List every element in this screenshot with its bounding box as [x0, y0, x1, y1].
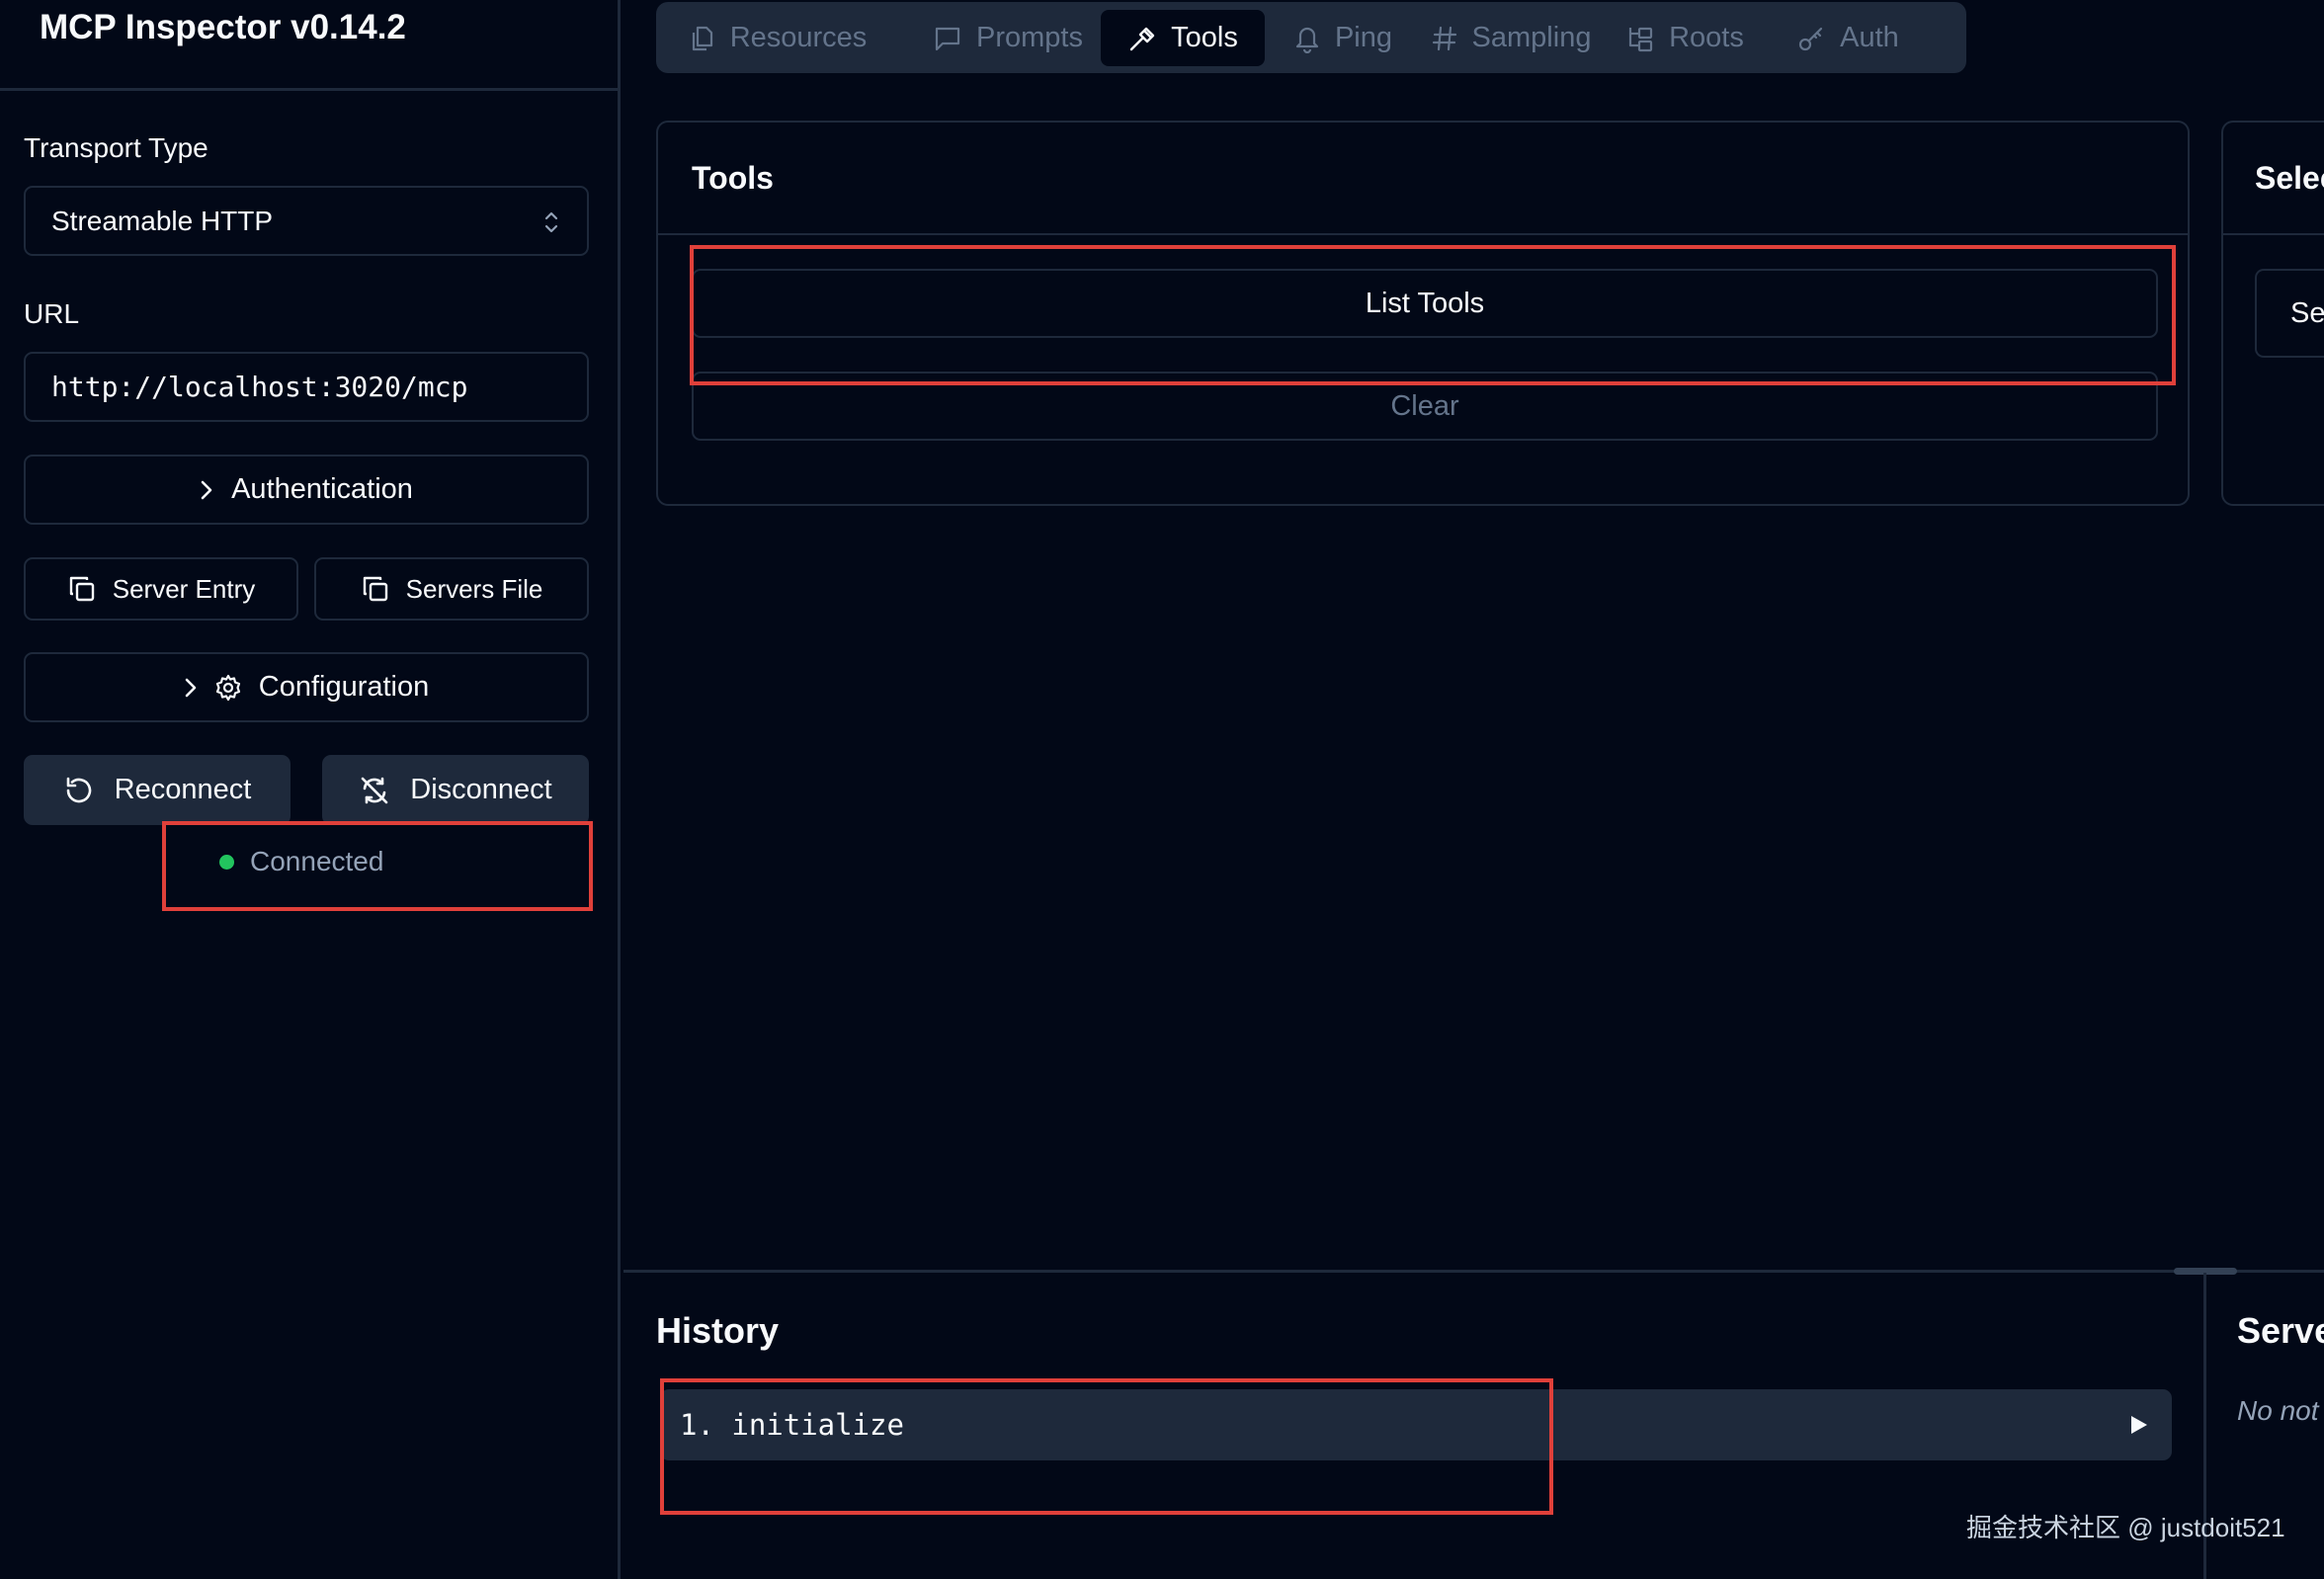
folder-tree-icon	[1625, 24, 1655, 53]
select-tool-panel-title: Selec	[2255, 160, 2324, 196]
select-tool-panel-divider	[2223, 233, 2324, 235]
tab-tools[interactable]: Tools	[1101, 10, 1265, 66]
app-title: MCP Inspector v0.14.2	[40, 8, 406, 46]
url-value: http://localhost:3020/mcp	[51, 371, 468, 403]
servers-file-button[interactable]: Servers File	[314, 557, 589, 621]
copy-icon	[361, 574, 390, 604]
server-notifications-empty: No not	[2237, 1395, 2319, 1426]
tab-auth-label: Auth	[1840, 22, 1899, 53]
hash-icon	[1431, 24, 1458, 53]
select-tool-panel: Selec Se	[2221, 121, 2324, 506]
url-label: URL	[24, 298, 80, 329]
chevron-right-icon	[184, 676, 198, 700]
tools-panel-divider	[658, 233, 2188, 235]
highlight-box-connected	[162, 821, 593, 911]
highlight-box-history	[660, 1378, 1553, 1515]
bottom-divider	[623, 1270, 2324, 1273]
play-triangle-icon	[2130, 1415, 2148, 1435]
url-input[interactable]: http://localhost:3020/mcp	[24, 352, 589, 422]
select-tool-button[interactable]: Se	[2255, 269, 2324, 358]
bell-icon	[1293, 24, 1321, 53]
tab-prompts-label: Prompts	[976, 22, 1083, 53]
configuration-button[interactable]: Configuration	[24, 652, 589, 722]
configuration-label: Configuration	[258, 671, 430, 703]
transport-type-select[interactable]: Streamable HTTP	[24, 186, 589, 256]
transport-type-label: Transport Type	[24, 132, 208, 163]
tab-sampling[interactable]: Sampling	[1429, 10, 1593, 66]
transport-type-value: Streamable HTTP	[51, 205, 274, 236]
disconnect-button[interactable]: Disconnect	[322, 755, 589, 825]
reconnect-button[interactable]: Reconnect	[24, 755, 290, 825]
tab-bar: Resources Prompts Tools Ping Sampling Ro…	[656, 2, 1966, 73]
settings-gear-icon	[213, 673, 243, 703]
highlight-box-list-tools	[690, 245, 2176, 385]
sidebar: MCP Inspector v0.14.2 Transport Type Str…	[0, 0, 621, 1579]
watermark: 掘金技术社区 @ justdoit521	[1966, 1513, 2285, 1542]
tools-panel-title: Tools	[692, 160, 774, 196]
hammer-icon	[1127, 24, 1157, 53]
reconnect-label: Reconnect	[114, 774, 252, 805]
message-square-icon	[933, 24, 962, 53]
tab-ping-label: Ping	[1334, 22, 1393, 53]
tab-ping[interactable]: Ping	[1279, 10, 1407, 66]
refresh-off-icon	[359, 775, 390, 806]
tab-resources[interactable]: Resources	[670, 10, 885, 66]
server-entry-label: Server Entry	[112, 573, 256, 604]
key-icon	[1796, 24, 1826, 53]
select-tool-label: Se	[2290, 296, 2324, 329]
clear-label: Clear	[1390, 389, 1459, 422]
sidebar-header-divider	[0, 88, 621, 91]
files-icon	[689, 24, 716, 53]
tab-sampling-label: Sampling	[1471, 22, 1592, 53]
server-entry-button[interactable]: Server Entry	[24, 557, 298, 621]
authentication-button[interactable]: Authentication	[24, 455, 589, 525]
tab-auth[interactable]: Auth	[1777, 10, 1919, 66]
tab-prompts[interactable]: Prompts	[903, 10, 1113, 66]
disconnect-label: Disconnect	[410, 774, 552, 805]
tab-roots[interactable]: Roots	[1609, 10, 1761, 66]
history-title: History	[656, 1310, 780, 1351]
servers-file-label: Servers File	[405, 573, 543, 604]
tab-resources-label: Resources	[729, 22, 868, 53]
tab-roots-label: Roots	[1669, 22, 1744, 53]
rotate-ccw-icon	[63, 775, 95, 806]
chevron-right-icon	[200, 478, 213, 502]
tab-tools-label: Tools	[1171, 22, 1238, 53]
chevrons-up-down-icon	[543, 208, 559, 237]
server-notifications-title: Serve	[2237, 1310, 2324, 1351]
authentication-label: Authentication	[231, 473, 413, 505]
copy-icon	[67, 574, 97, 604]
